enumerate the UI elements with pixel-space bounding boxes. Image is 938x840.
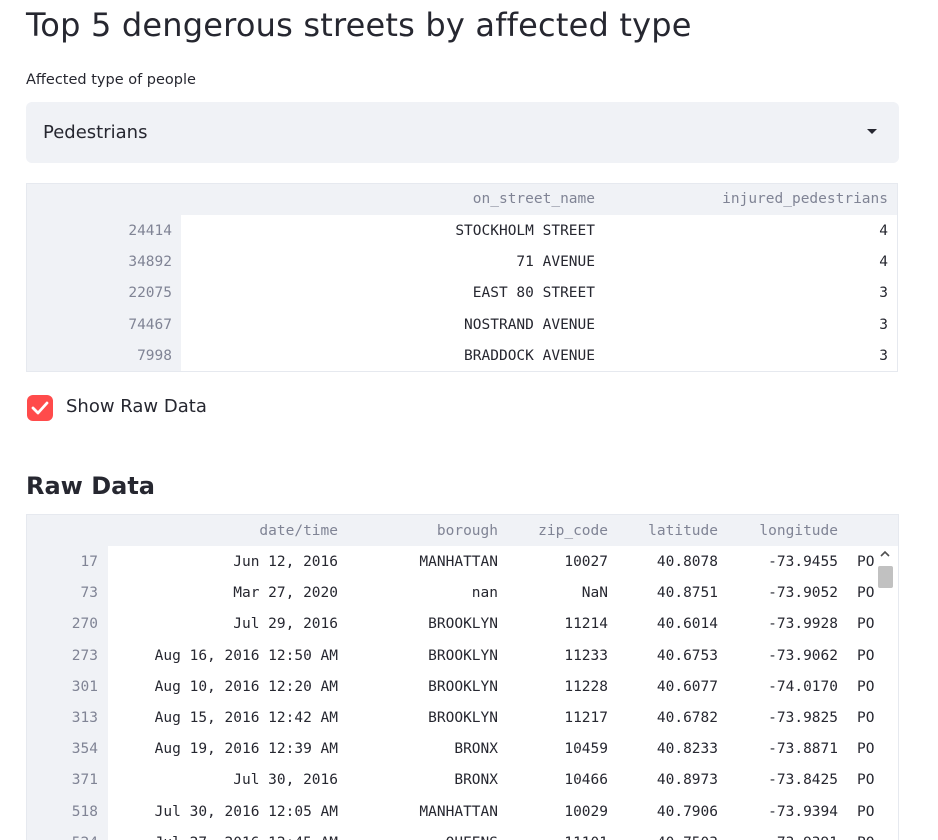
row-index: 524 [38, 828, 98, 840]
datetime-cell[interactable]: Mar 27, 2020 [108, 578, 338, 609]
zip-code-cell[interactable]: 10459 [508, 734, 608, 765]
row-index: 74467 [128, 316, 172, 333]
injured-count-cell[interactable]: 3 [788, 310, 888, 341]
row-index: 73 [80, 585, 98, 602]
row-index: 34892 [128, 254, 172, 271]
longitude-cell[interactable]: -73.9825 [728, 703, 838, 734]
latitude-cell[interactable]: 40.8078 [618, 547, 718, 578]
row-index: 7998 [137, 347, 172, 364]
zip-code-cell[interactable]: 11217 [508, 703, 608, 734]
row-index: 354 [71, 741, 98, 758]
row-index: 273 [71, 647, 98, 664]
datetime-cell[interactable]: Jul 30, 2016 12:05 AM [108, 797, 338, 828]
zip-code-cell[interactable]: 11233 [508, 641, 608, 672]
street-name-cell[interactable]: 71 AVENUE [275, 247, 595, 278]
longitude-cell[interactable]: -73.9928 [728, 609, 838, 640]
scrollbar-thumb[interactable] [878, 566, 893, 588]
street-name-cell[interactable]: EAST 80 STREET [275, 278, 595, 309]
latitude-cell[interactable]: 40.7503 [618, 828, 718, 840]
datetime-cell[interactable]: Aug 19, 2016 12:39 AM [108, 734, 338, 765]
latitude-cell[interactable]: 40.8233 [618, 734, 718, 765]
datetime-cell[interactable]: Aug 10, 2016 12:20 AM [108, 672, 338, 703]
row-index: 22075 [128, 285, 172, 302]
page-title: Top 5 dengerous streets by affected type [26, 6, 692, 44]
latitude-cell[interactable]: 40.7906 [618, 797, 718, 828]
latitude-cell[interactable]: 40.6753 [618, 641, 718, 672]
street-name-cell[interactable]: STOCKHOLM STREET [275, 216, 595, 247]
raw-data-heading: Raw Data [26, 472, 155, 500]
select-label: Affected type of people [26, 72, 196, 88]
row-index: 313 [71, 710, 98, 726]
row-index: 518 [71, 803, 98, 820]
column-header-datetime[interactable]: date/time [108, 516, 338, 547]
borough-cell[interactable]: MANHATTAN [358, 547, 498, 578]
zip-code-cell[interactable]: 10027 [508, 547, 608, 578]
borough-cell[interactable]: QUEENS [358, 828, 498, 840]
select-value: Pedestrians [43, 122, 148, 143]
latitude-cell[interactable]: 40.6014 [618, 609, 718, 640]
longitude-cell[interactable]: -73.9455 [728, 547, 838, 578]
injured-count-cell[interactable]: 3 [788, 341, 888, 371]
longitude-cell[interactable]: -74.0170 [728, 672, 838, 703]
raw-data-table[interactable]: date/time borough zip_code latitude longitud… [26, 514, 899, 840]
borough-cell[interactable]: BROOKLYN [358, 672, 498, 703]
latitude-cell[interactable]: 40.6782 [618, 703, 718, 734]
zip-code-cell[interactable]: 10029 [508, 797, 608, 828]
latitude-cell[interactable]: 40.8751 [618, 578, 718, 609]
borough-cell[interactable]: BROOKLYN [358, 703, 498, 734]
row-index: 17 [80, 554, 98, 570]
zip-code-cell[interactable]: NaN [508, 578, 608, 609]
datetime-cell[interactable]: Jul 29, 2016 [108, 609, 338, 640]
street-name-cell[interactable]: BRADDOCK AVENUE [275, 341, 595, 371]
injured-count-cell[interactable]: 3 [788, 278, 888, 309]
column-header-zip-code[interactable]: zip_code [508, 516, 608, 547]
zip-code-cell[interactable]: 11228 [508, 672, 608, 703]
affected-type-select[interactable]: Pedestrians [26, 102, 899, 163]
row-index: 301 [71, 678, 98, 695]
borough-cell[interactable]: MANHATTAN [358, 797, 498, 828]
datetime-cell[interactable]: Jul 30, 2016 [108, 765, 338, 796]
zip-code-cell[interactable]: 10466 [508, 765, 608, 796]
datetime-cell[interactable]: Jun 12, 2016 [108, 547, 338, 578]
latitude-cell[interactable]: 40.6077 [618, 672, 718, 703]
zip-code-cell[interactable]: 11101 [508, 828, 608, 840]
column-header-borough[interactable]: borough [358, 516, 498, 547]
row-index: 24414 [128, 223, 172, 239]
column-header-latitude[interactable]: latitude [618, 516, 718, 547]
longitude-cell[interactable]: -73.9394 [728, 797, 838, 828]
checkbox-label[interactable]: Show Raw Data [66, 396, 207, 417]
checkmark-icon [31, 401, 49, 415]
latitude-cell[interactable]: 40.8973 [618, 765, 718, 796]
chevron-down-icon[interactable] [867, 129, 877, 134]
column-header-injured-pedestrians[interactable]: injured_pedestrians [628, 184, 888, 215]
datetime-cell[interactable]: Aug 16, 2016 12:50 AM [108, 641, 338, 672]
borough-cell[interactable]: BROOKLYN [358, 641, 498, 672]
longitude-cell[interactable]: -73.8871 [728, 734, 838, 765]
vertical-scrollbar[interactable] [876, 546, 894, 840]
column-header-on-street-name[interactable]: on_street_name [295, 184, 595, 215]
injured-count-cell[interactable]: 4 [788, 247, 888, 278]
datetime-cell[interactable]: Aug 15, 2016 12:42 AM [108, 703, 338, 734]
show-raw-data-checkbox[interactable] [27, 395, 53, 421]
row-index: 270 [71, 616, 98, 633]
borough-cell[interactable]: BRONX [358, 734, 498, 765]
row-index: 371 [71, 772, 98, 789]
longitude-cell[interactable]: -73.9062 [728, 641, 838, 672]
longitude-cell[interactable]: -73.9052 [728, 578, 838, 609]
top-streets-table[interactable]: on_street_name injured_pedestrians 24414 ST… [26, 183, 898, 372]
zip-code-cell[interactable]: 11214 [508, 609, 608, 640]
datetime-cell[interactable]: Jul 27, 2016 12:45 AM [108, 828, 338, 840]
borough-cell[interactable]: BROOKLYN [358, 609, 498, 640]
scroll-up-arrow-icon[interactable] [880, 549, 890, 559]
longitude-cell[interactable]: -73.8425 [728, 765, 838, 796]
injured-count-cell[interactable]: 4 [788, 216, 888, 247]
borough-cell[interactable]: nan [358, 578, 498, 609]
borough-cell[interactable]: BRONX [358, 765, 498, 796]
longitude-cell[interactable]: -73.9391 [728, 828, 838, 840]
column-header-longitude[interactable]: longitude [728, 516, 838, 547]
street-name-cell[interactable]: NOSTRAND AVENUE [275, 310, 595, 341]
